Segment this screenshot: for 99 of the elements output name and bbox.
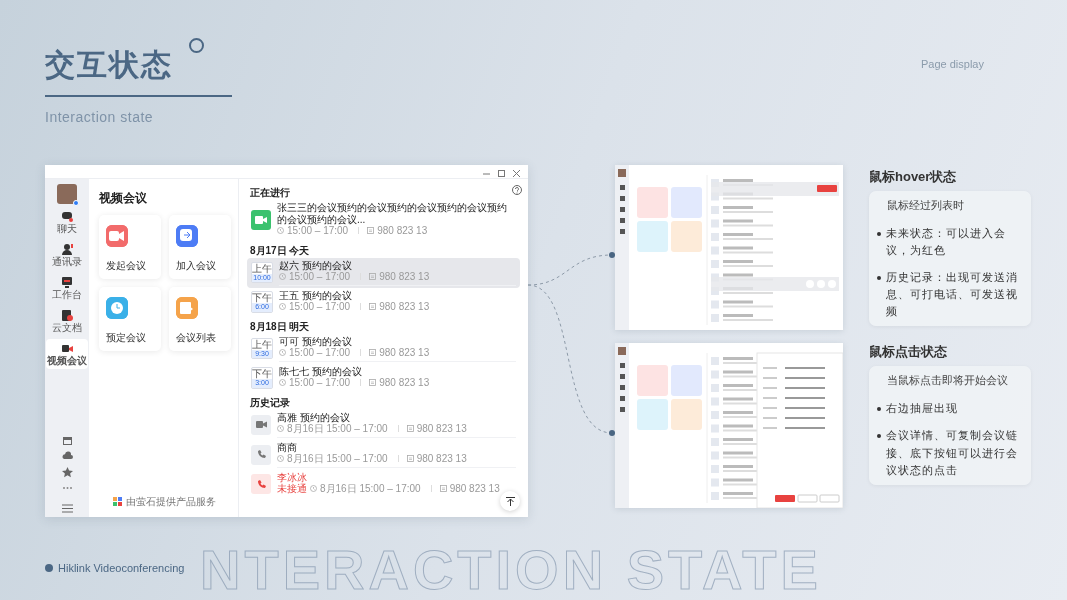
meeting-number: 980 823 13 — [379, 271, 430, 283]
action-card[interactable]: 加入会议 — [169, 215, 231, 279]
meeting-time: 15:00 – 17:00 — [289, 301, 351, 313]
meeting-number: 980 823 13 — [416, 453, 467, 465]
clock-icon — [279, 379, 286, 387]
clock-icon — [310, 485, 317, 493]
background-lettering: NTERACTION STATE — [200, 542, 822, 598]
id-card-icon — [439, 485, 447, 493]
clock-icon — [277, 227, 284, 235]
bullet-dot — [877, 276, 881, 281]
scroll-top-icon — [505, 496, 515, 506]
ring-ornament — [189, 38, 204, 53]
note-lead: 当鼠标点击即将开始会议 — [886, 372, 1009, 388]
meeting-title: 张三三的会议预约的会议预约的会议预约的会议预约的会议预约的会议... — [277, 202, 508, 225]
cloud-icon[interactable] — [61, 451, 73, 462]
slide-subtitle: Interaction state — [45, 108, 155, 127]
footer-label: Hiklink Videoconferencing — [58, 561, 185, 576]
meeting-number: 980 823 13 — [379, 347, 430, 359]
clock-icon — [279, 349, 286, 357]
colored-squares-logo-icon — [113, 497, 122, 506]
id-card-icon — [367, 227, 375, 235]
maximize-icon[interactable] — [498, 170, 505, 177]
meeting-title: 可可 预约的会议 — [279, 335, 352, 347]
meeting-time: 8月16日 15:00 – 17:00 — [287, 453, 388, 465]
nav-tab[interactable]: 视频会议 — [46, 339, 88, 369]
panel-title: 视频会议 — [99, 190, 148, 207]
clock-icon — [277, 425, 284, 433]
id-card-icon — [406, 455, 414, 463]
document-icon — [61, 309, 73, 321]
action-card[interactable]: 发起会议 — [99, 215, 161, 279]
meeting-title: 高雅 预约的会议 — [277, 411, 350, 423]
meeting-time: 8月16日 15:00 – 17:00 — [320, 483, 421, 495]
note-bullet-text: 历史记录：出现可发送消息、可打电话、可发送视频 — [886, 270, 1019, 320]
video-camera-icon — [255, 216, 267, 225]
section-heading: 8月17日 今天 — [250, 244, 311, 257]
meeting-time: 15:00 – 17:00 — [289, 271, 351, 283]
phone-icon — [256, 450, 266, 459]
clock-icon — [279, 303, 286, 311]
video-camera-icon — [61, 342, 73, 354]
meeting-number: 980 823 13 — [379, 377, 430, 389]
note-bullet-text: 右边抽屉出现 — [886, 401, 958, 417]
monitor-icon — [61, 276, 73, 288]
close-icon[interactable] — [513, 170, 520, 177]
meeting-time: 15:00 – 17:00 — [287, 225, 349, 237]
video-camera-icon — [255, 421, 267, 428]
page-label: Page display — [921, 57, 984, 72]
action-card[interactable]: 会议列表 — [169, 287, 231, 351]
meeting-title: 王五 预约的会议 — [279, 289, 352, 301]
meeting-title: 赵六 预约的会议 — [279, 259, 352, 271]
section-heading: 8月18日 明天 — [250, 320, 311, 333]
nav-tab[interactable]: 云文档 — [46, 306, 88, 336]
meeting-title: 陈七七 预约的会议 — [279, 365, 362, 377]
clock-icon — [279, 273, 286, 281]
online-dot — [73, 200, 79, 206]
note-bullet-text: 未来状态：可以进入会议，为红色 — [886, 226, 1007, 259]
menu-icon[interactable] — [61, 504, 73, 513]
id-card-icon — [369, 303, 377, 311]
nav-tab[interactable]: 聊天 — [46, 207, 88, 237]
meeting-row[interactable]: 张三三的会议预约的会议预约的会议预约的会议预约的会议预约的会议... 15:00 – 17:00 980 823 13 — [247, 200, 520, 241]
bullet-dot — [877, 232, 881, 237]
note-lead: 鼠标经过列表时 — [886, 197, 965, 213]
id-card-icon — [369, 349, 377, 357]
note-heading: 鼠标hover状态 — [869, 169, 958, 185]
bullet-dot — [877, 434, 881, 439]
calendar-icon[interactable] — [61, 435, 73, 446]
scroll-top-button[interactable] — [500, 491, 520, 511]
slide-title: 交互状态 — [45, 48, 173, 81]
chat-bubble-icon — [61, 210, 73, 222]
provider-note: 由萤石提供产品服务 — [126, 495, 216, 509]
clock-icon — [277, 455, 284, 463]
star-icon[interactable] — [61, 467, 73, 478]
phone-icon — [256, 479, 266, 489]
meeting-number: 980 823 13 — [379, 301, 430, 313]
meeting-number: 980 823 13 — [449, 483, 500, 495]
section-heading: 正在进行 — [250, 187, 291, 199]
nav-tab[interactable]: 通讯录 — [46, 240, 88, 270]
id-card-icon — [369, 379, 377, 387]
meeting-time: 15:00 – 17:00 — [289, 377, 351, 389]
nav-tab[interactable]: 工作台 — [46, 273, 88, 303]
contacts-icon — [61, 243, 73, 255]
note-bullet-text: 会议详情、可复制会议链接、底下按钮可以进行会议状态的点击 — [886, 428, 1019, 478]
footer-dot — [45, 564, 53, 573]
meeting-row[interactable]: 高雅 预约的会议 8月16日 15:00 – 17:00 980 823 13 — [247, 409, 520, 440]
meeting-title: 李冰冰 — [277, 471, 307, 483]
meeting-number: 980 823 13 — [377, 225, 428, 237]
help-icon[interactable] — [512, 185, 522, 195]
meeting-row[interactable]: 李冰冰 未接通 8月16日 15:00 – 17:00 980 823 13 — [247, 469, 498, 499]
id-card-icon — [369, 273, 377, 281]
meeting-row[interactable]: 商商 8月16日 15:00 – 17:00 980 823 13 — [247, 439, 520, 470]
id-card-icon — [406, 425, 414, 433]
meeting-title: 商商 — [277, 441, 297, 453]
meeting-number: 980 823 13 — [416, 423, 467, 435]
bullet-dot — [877, 407, 881, 412]
section-heading: 历史记录 — [250, 396, 291, 409]
meeting-time: 15:00 – 17:00 — [289, 347, 351, 359]
meeting-time: 8月16日 15:00 – 17:00 — [287, 423, 388, 435]
call-status: 未接通 — [277, 483, 307, 495]
action-card[interactable]: 预定会议 — [99, 287, 161, 351]
note-heading: 鼠标点击状态 — [869, 344, 948, 360]
